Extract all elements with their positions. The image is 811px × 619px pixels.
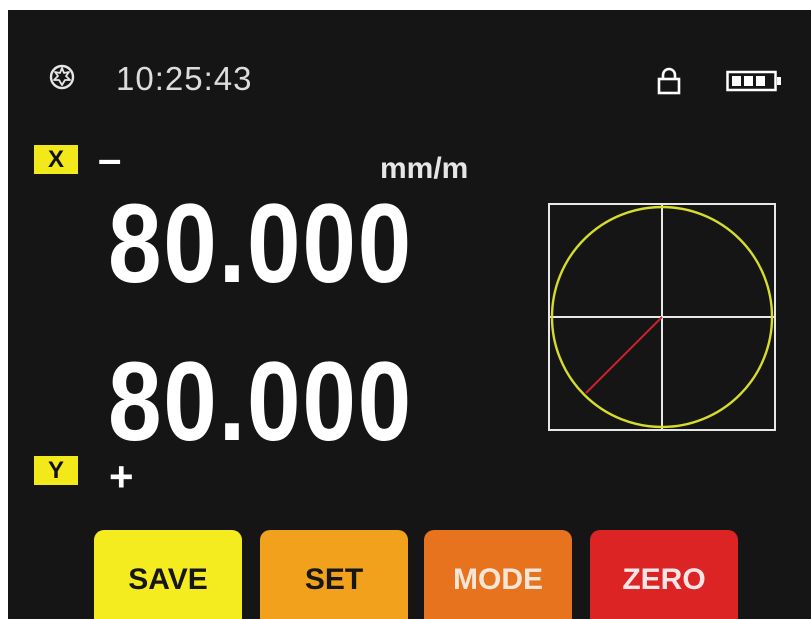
unit-label: mm/m: [380, 152, 469, 185]
set-button[interactable]: SET: [260, 530, 408, 619]
level-plot: [548, 203, 776, 431]
plot-vector: [585, 316, 663, 394]
y-value: 80.000: [108, 339, 413, 464]
battery-icon: [726, 70, 781, 92]
clock-time: 10:25:43: [116, 60, 253, 97]
y-axis-tag: Y: [34, 456, 78, 485]
y-sign: +: [109, 453, 134, 500]
mode-button[interactable]: MODE: [424, 530, 572, 619]
device-screen: 10:25:43 X – mm/m 80.000 80.000 Y + SAVE…: [8, 10, 811, 619]
lock-icon: [657, 67, 681, 95]
zero-button[interactable]: ZERO: [590, 530, 738, 619]
x-sign: –: [98, 135, 122, 182]
x-axis-tag: X: [34, 145, 78, 174]
save-button[interactable]: SAVE: [94, 530, 242, 619]
gear-icon: [49, 64, 75, 90]
x-value: 80.000: [108, 181, 413, 306]
